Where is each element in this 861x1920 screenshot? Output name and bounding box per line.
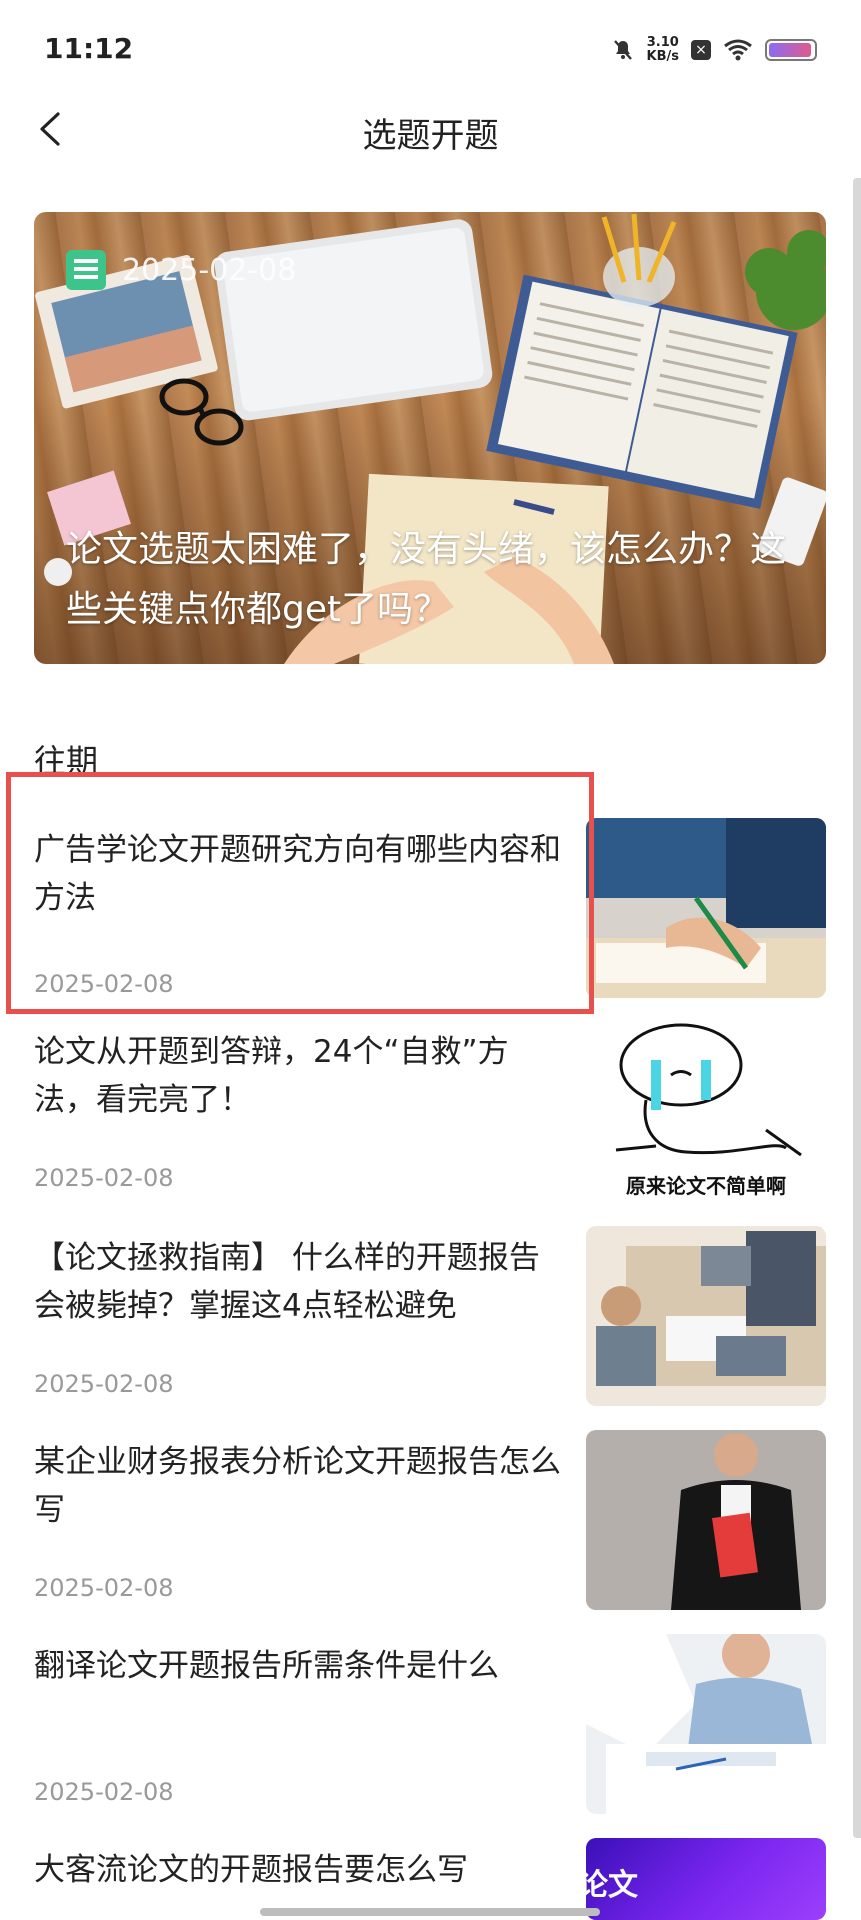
article-title: 【论文拯救指南】 什么样的开题报告会被毙掉？掌握这4点轻松避免 <box>34 1240 540 1324</box>
crying-meme-image <box>615 1023 802 1157</box>
article-thumbnail <box>586 1226 826 1406</box>
network-speed-value: 3.10 <box>646 35 679 50</box>
article-thumbnail <box>586 1430 826 1610</box>
status-time: 11:12 <box>44 32 134 65</box>
battery-level <box>769 43 811 57</box>
article-title: 某企业财务报表分析论文开题报告怎么写 <box>34 1444 561 1528</box>
article-item[interactable]: 【论文拯救指南】 什么样的开题报告会被毙掉？掌握这4点轻松避免 2025-02-… <box>34 1226 826 1406</box>
network-speed-unit: KB/s <box>646 49 679 64</box>
close-box-icon: × <box>691 40 711 60</box>
network-speed: 3.10 KB/s <box>647 36 679 64</box>
article-thumbnail <box>586 1634 826 1814</box>
article-title: 广告学论文开题研究方向有哪些内容和方法 <box>34 832 561 916</box>
top-bar: 选题开题 <box>0 100 861 160</box>
thumbnail-caption: 论文 <box>586 1868 638 1903</box>
article-date: 2025-02-08 <box>34 1778 174 1806</box>
bell-mute-icon <box>613 40 632 60</box>
scrollbar[interactable] <box>853 178 861 1838</box>
home-indicator[interactable] <box>260 1908 600 1916</box>
page-title: 选题开题 <box>362 116 499 156</box>
news-icon <box>66 250 106 290</box>
article-thumbnail <box>586 818 826 998</box>
article-item[interactable]: 某企业财务报表分析论文开题报告怎么写 2025-02-08 <box>34 1430 826 1610</box>
article-date: 2025-02-08 <box>34 1370 174 1398</box>
featured-article-card[interactable]: 2025-02-08 论文选题太困难了，没有头绪，该怎么办？这些关键点你都get… <box>34 212 826 664</box>
article-date: 2025-02-08 <box>34 1164 174 1192</box>
wifi-icon <box>724 39 752 61</box>
article-title: 大客流论文的开题报告要怎么写 <box>34 1852 468 1888</box>
thumbnail-caption: 原来论文不简单啊 <box>626 1174 786 1198</box>
article-thumbnail: 原来论文不简单啊 <box>586 1020 826 1200</box>
article-date: 2025-02-08 <box>34 970 174 998</box>
article-item[interactable]: 翻译论文开题报告所需条件是什么 2025-02-08 <box>34 1634 826 1814</box>
featured-article-title: 论文选题太困难了，没有头绪，该怎么办？这些关键点你都get了吗？ <box>66 529 787 630</box>
battery-icon <box>765 39 817 61</box>
article-date: 2025-02-08 <box>34 1574 174 1602</box>
article-thumbnail: 论文 <box>586 1838 826 1920</box>
featured-article-date: 2025-02-08 <box>122 252 297 288</box>
article-item[interactable]: 广告学论文开题研究方向有哪些内容和方法 2025-02-08 <box>34 818 826 998</box>
featured-article-meta: 2025-02-08 <box>66 250 296 290</box>
status-icons: 3.10 KB/s × <box>611 30 817 70</box>
past-section-label: 往期 <box>34 742 99 780</box>
article-title: 论文从开题到答辩，24个“自救”方法，看完亮了！ <box>34 1034 509 1118</box>
article-item[interactable]: 论文从开题到答辩，24个“自救”方法，看完亮了！ 2025-02-08 原来论文… <box>34 1020 826 1200</box>
article-title: 翻译论文开题报告所需条件是什么 <box>34 1648 499 1684</box>
status-bar: 11:12 3.10 KB/s × <box>0 0 861 100</box>
